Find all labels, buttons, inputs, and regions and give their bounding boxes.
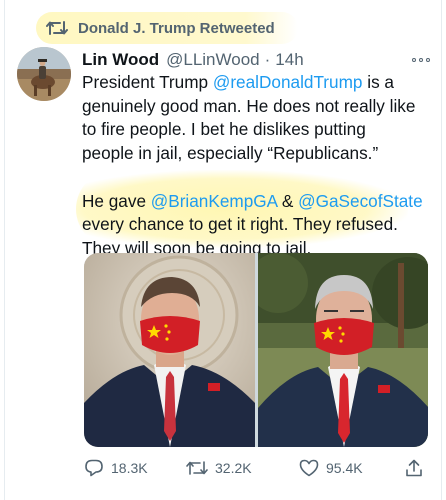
like-count: 95.4K (326, 460, 363, 476)
mention-link[interactable]: @realDonaldTrump (213, 72, 363, 92)
reply-icon (84, 458, 104, 478)
heart-icon (299, 459, 319, 477)
reply-button[interactable]: 18.3K (84, 458, 148, 478)
tweet-line: genuinely good man. He does not really l… (82, 95, 434, 119)
retweet-icon (46, 19, 68, 37)
tweet-line (82, 166, 434, 190)
retweet-label[interactable]: Donald J. Trump Retweeted (78, 20, 275, 37)
retweet-count: 32.2K (215, 460, 252, 476)
mention-link[interactable]: @GaSecofState (298, 191, 422, 211)
tweet-text-segment: President Trump (82, 72, 213, 92)
retweet-icon (186, 459, 208, 477)
tweet-media[interactable] (84, 253, 428, 447)
avatar[interactable] (17, 47, 71, 101)
author-handle[interactable]: @LLinWood (166, 50, 260, 70)
photo-right[interactable] (257, 253, 428, 447)
author-name[interactable]: Lin Wood (82, 50, 159, 70)
tweet-text-segment: He gave (82, 190, 151, 211)
share-button[interactable] (404, 458, 424, 478)
tweet-line: people in jail, especially “Republicans.… (82, 142, 434, 166)
tweet-text: President Trump @realDonaldTrump is a gen… (82, 71, 434, 261)
more-icon[interactable] (412, 58, 432, 62)
tweet-text-segment: to fire people. I bet he dislikes puttin… (82, 119, 366, 140)
retweet-header[interactable]: Donald J. Trump Retweeted (36, 12, 298, 44)
tweet-line: He gave @BrianKempGA & @GaSecofState (82, 190, 434, 214)
tweet-text-segment: every chance to get it right. They refus… (82, 214, 398, 235)
tweet-line: to fire people. I bet he dislikes puttin… (82, 118, 434, 142)
retweet-button[interactable]: 32.2K (186, 459, 252, 477)
action-bar: 18.3K 32.2K 95.4K (82, 453, 428, 483)
tweet-header: Lin Wood @LLinWood · 14h (82, 49, 432, 71)
tweet-line: every chance to get it right. They refus… (82, 213, 434, 237)
photo-left[interactable] (84, 253, 255, 447)
tweet-text-segment: people in jail, especially “Republicans.… (82, 143, 379, 164)
tweet-text-segment: genuinely good man. He does not really l… (82, 95, 416, 116)
tweet-text-segment: & (277, 190, 299, 211)
share-icon (404, 458, 424, 478)
reply-count: 18.3K (111, 460, 148, 476)
mention-link[interactable]: @BrianKempGA (151, 191, 277, 211)
separator-dot: · (264, 50, 271, 69)
tweet-line: President Trump @realDonaldTrump is a (82, 71, 434, 95)
tweet-time[interactable]: 14h (275, 50, 303, 70)
like-button[interactable]: 95.4K (299, 459, 363, 477)
tweet-text-segment: is a (362, 72, 394, 92)
